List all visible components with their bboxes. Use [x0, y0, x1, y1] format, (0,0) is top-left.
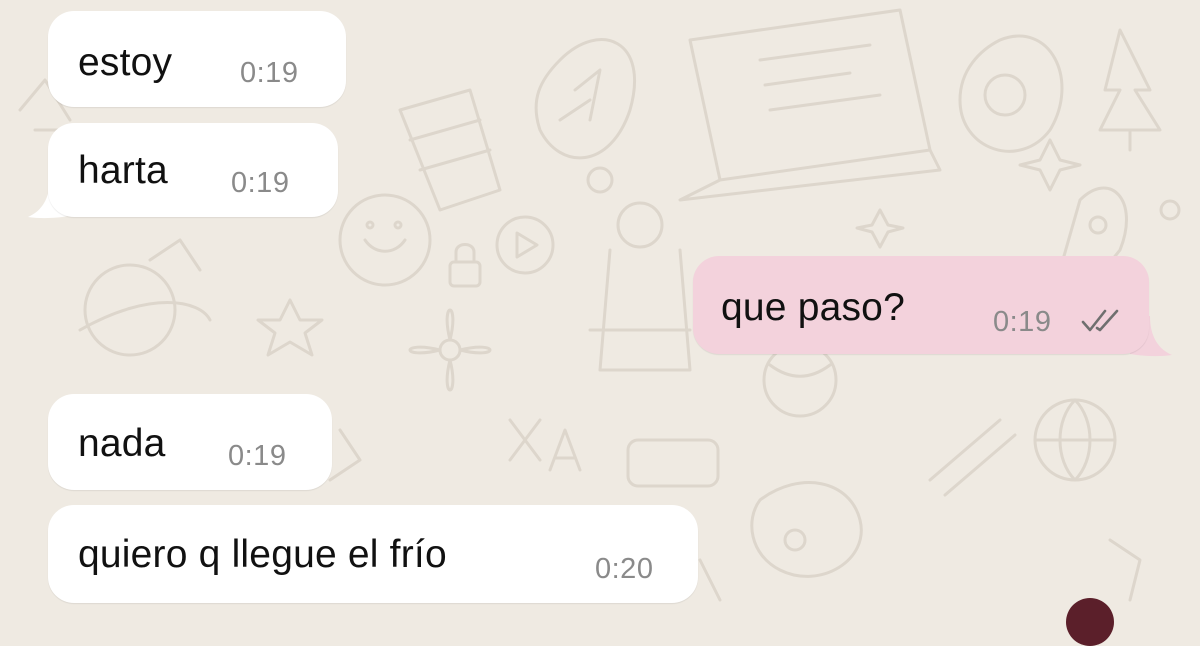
message-time: 0:19 [231, 167, 290, 199]
scroll-to-bottom-badge[interactable] [1066, 598, 1114, 646]
message-time: 0:19 [228, 440, 287, 472]
message-text: estoy [78, 41, 173, 84]
message-bubble-incoming[interactable]: harta 0:19 [48, 123, 338, 217]
message-bubble-incoming[interactable]: estoy 0:19 [48, 11, 346, 107]
message-time: 0:19 [240, 57, 299, 89]
message-text: quiero q llegue el frío [78, 533, 447, 576]
message-text: que paso? [721, 286, 905, 329]
message-time: 0:19 [993, 306, 1052, 338]
message-bubble-outgoing[interactable]: que paso? 0:19 [693, 256, 1149, 354]
message-time: 0:20 [595, 553, 654, 585]
message-bubble-incoming[interactable]: nada 0:19 [48, 394, 332, 490]
double-check-icon [1081, 309, 1119, 332]
message-bubble-incoming[interactable]: quiero q llegue el frío 0:20 [48, 505, 698, 603]
message-text: nada [78, 422, 166, 465]
message-text: harta [78, 149, 168, 192]
